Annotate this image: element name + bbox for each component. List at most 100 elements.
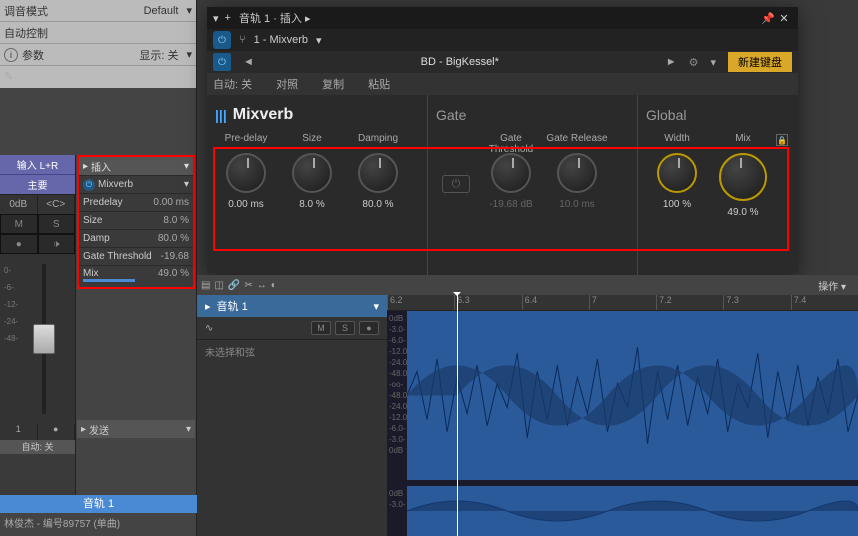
track-color-bar[interactable]: 音轨 1 [0, 495, 197, 513]
expand-icon[interactable]: ▸ [205, 300, 211, 313]
tool-icon[interactable]: ↔ [257, 280, 267, 291]
tool-icon[interactable]: 🔗 [228, 280, 240, 291]
knob-label: Damping [358, 133, 398, 147]
mute-button[interactable]: M [311, 321, 331, 335]
edit-icon[interactable]: ✎ [0, 66, 196, 88]
track-name-row[interactable]: ▸ 音轨 1 ▾ [197, 295, 387, 317]
routing-icon[interactable]: ⑂ [239, 34, 246, 46]
db-label: -3.0- [389, 500, 405, 509]
waveform-icon [407, 486, 858, 536]
preset-name[interactable]: BD - BigKessel* [266, 56, 654, 68]
fader-handle[interactable] [33, 324, 55, 354]
knob-value: 8.0 % [299, 199, 325, 210]
copy-button[interactable]: 复制 [322, 76, 344, 92]
pan-readout[interactable]: <C> [38, 195, 76, 214]
sends-header[interactable]: ▸ 发送 ▾ [77, 420, 195, 438]
gain-readout[interactable]: 0dB [0, 195, 38, 214]
power-icon[interactable]: ⏻ [213, 53, 231, 71]
playhead[interactable] [457, 295, 458, 536]
mute-button[interactable]: M [0, 214, 38, 234]
tool-icon[interactable]: ✂ [244, 280, 252, 291]
knob-size: Size 8.0 % [281, 133, 343, 210]
automation-mode[interactable]: 自动: 关 [0, 440, 75, 454]
plugin-titlebar[interactable]: ▾ + 音轨 1 · 插入 ▸ 📌 ✕ [207, 7, 798, 29]
knob[interactable] [719, 153, 767, 201]
compare-button[interactable]: 对照 [276, 76, 298, 92]
auto-toggle[interactable]: 自动: 关 [213, 76, 252, 92]
brand-header: ||| Mixverb [215, 103, 419, 127]
knob-value: -19.68 dB [489, 199, 532, 210]
pin-icon[interactable]: 📌 [760, 12, 776, 25]
new-keyboard-button[interactable]: 新建键盘 [728, 52, 792, 72]
operations-menu[interactable]: 操作 ▾ [810, 276, 854, 295]
dropdown-icon[interactable]: ▾ [184, 161, 189, 172]
knob-label: Mix [735, 133, 751, 147]
display-toggle[interactable]: 显示: 关 [139, 47, 178, 63]
param-row[interactable]: Damp80.0 % [79, 229, 193, 247]
close-icon[interactable]: ✕ [776, 12, 792, 25]
lock-icon[interactable]: 🔒 [776, 134, 788, 146]
param-row[interactable]: Size8.0 % [79, 211, 193, 229]
param-row[interactable]: Mix49.0 % [79, 265, 193, 287]
channel-strip: 输入 L+R 主要 0dB <C> M S ● 🕩 0- -6- -12- -2… [0, 155, 76, 495]
preset-bar: ⏻ ◄ BD - BigKessel* ► ⚙ ▾ 新建键盘 [207, 51, 798, 73]
gear-icon[interactable]: ⚙ [689, 56, 699, 69]
gate-toggle-col: ⏻ [436, 133, 476, 210]
record-button[interactable]: ● [359, 321, 379, 335]
section-title: Gate [436, 103, 629, 127]
arrange-toolbar: ▤ ◫ 🔗 ✂ ↔ ◐ 操作 ▾ [197, 275, 858, 295]
knob[interactable] [226, 153, 266, 193]
record-button[interactable]: ● [0, 234, 38, 254]
param-row[interactable]: Predelay0.00 ms [79, 193, 193, 211]
knob[interactable] [292, 153, 332, 193]
gate-power-button[interactable]: ⏻ [442, 175, 470, 193]
paste-button[interactable]: 粘贴 [368, 76, 390, 92]
output-label[interactable]: 主要 [0, 174, 75, 194]
next-preset-icon[interactable]: ► [666, 56, 677, 68]
solo-button[interactable]: S [38, 214, 76, 234]
dropdown-icon[interactable]: ▾ [373, 300, 379, 313]
section-title: Global [646, 103, 790, 127]
knob[interactable] [491, 153, 531, 193]
label: 自动控制 [4, 25, 192, 41]
tool-icon[interactable]: ◫ [214, 280, 223, 291]
knob-value: 80.0 % [362, 199, 393, 210]
knob-value: 49.0 % [727, 207, 758, 218]
dropdown-icon[interactable]: ▾ [186, 424, 191, 435]
input-label[interactable]: 输入 L+R [0, 155, 75, 174]
automation-row[interactable]: 自动控制 [0, 22, 196, 44]
insert-slot[interactable]: ⏻ Mixverb ▾ [79, 175, 193, 193]
monitor-button[interactable]: 🕩 [38, 234, 76, 254]
collapse-icon[interactable]: ▾ [213, 12, 219, 25]
title-text: 音轨 1 · 插入 ▸ [239, 10, 760, 26]
dropdown-icon[interactable]: ▾ [184, 179, 189, 190]
prev-preset-icon[interactable]: ◄ [243, 56, 254, 68]
add-icon[interactable]: + [225, 12, 231, 24]
inserts-header[interactable]: ▸ 插入 ▾ [79, 157, 193, 175]
knob[interactable] [657, 153, 697, 193]
solo-button[interactable]: S [335, 321, 355, 335]
knob[interactable] [557, 153, 597, 193]
bypass-button[interactable]: ⏻ [213, 31, 231, 49]
expand-icon: ▸ [83, 161, 88, 172]
tuning-mode-row[interactable]: 调音模式 Default ▾ [0, 0, 196, 22]
track-number: 1 [0, 424, 38, 440]
dropdown-icon: ▾ [186, 48, 192, 61]
params-row[interactable]: i 参数 显示: 关 ▾ [0, 44, 196, 66]
param-row[interactable]: Gate Threshold-19.68 [79, 247, 193, 265]
tool-icon[interactable]: ▤ [201, 280, 210, 291]
section-global: Global 🔒 Width 100 % Mix 49.0 % [637, 95, 798, 295]
fader-area: 0- -6- -12- -24- -48- [0, 254, 75, 424]
knob-value: 0.00 ms [228, 199, 264, 210]
knob-mix: Mix 49.0 % [712, 133, 774, 218]
dropdown-icon: ▾ [710, 56, 716, 69]
label: 参数 [22, 47, 139, 63]
tool-icon[interactable]: ◐ [271, 280, 277, 291]
audio-clip[interactable] [407, 486, 858, 536]
plugin-select[interactable]: 1 - Mixverb [254, 34, 308, 46]
power-icon[interactable]: ⏻ [83, 179, 95, 191]
knob-gate-release: Gate Release 10.0 ms [546, 133, 608, 210]
chord-row[interactable]: 未选择和弦 [197, 339, 387, 361]
audio-clip[interactable] [407, 311, 858, 480]
knob[interactable] [358, 153, 398, 193]
